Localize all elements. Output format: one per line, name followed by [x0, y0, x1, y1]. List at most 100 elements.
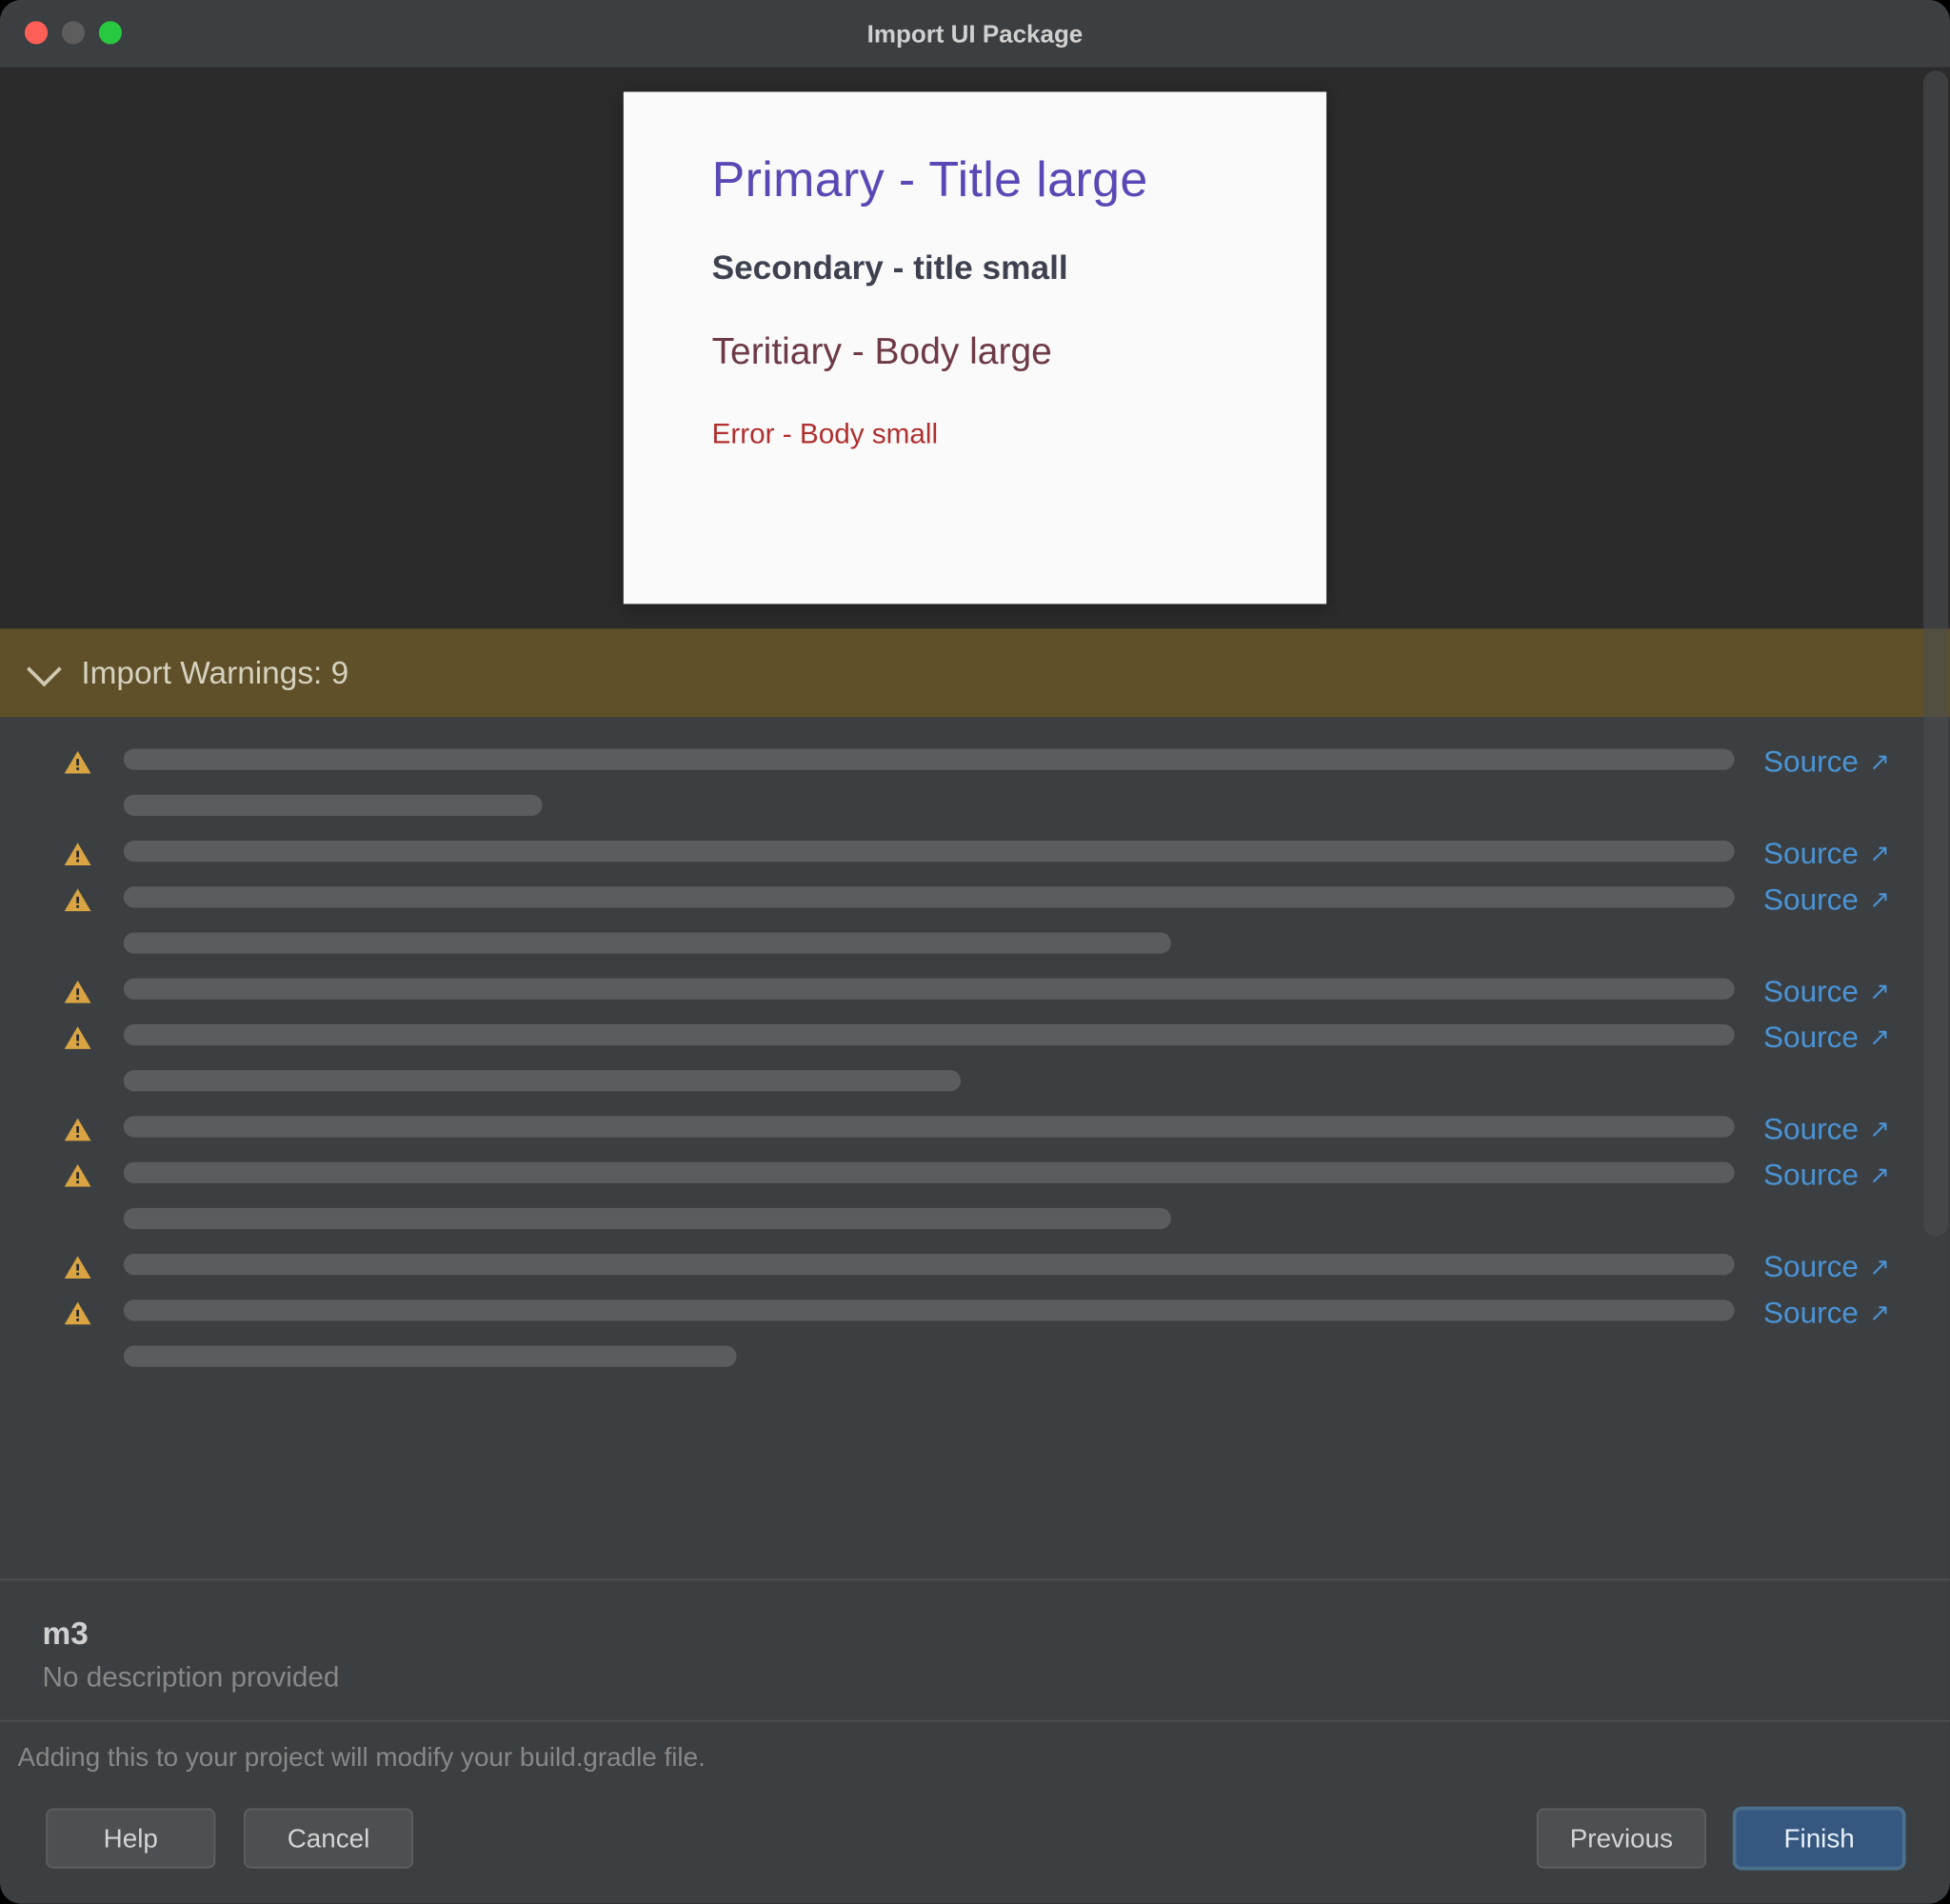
source-link[interactable]: Source ↗	[1763, 837, 1890, 872]
package-name: m3	[43, 1616, 1908, 1653]
scrollbar[interactable]	[1923, 70, 1948, 1236]
source-link[interactable]: Source ↗	[1763, 1113, 1890, 1148]
package-description: No description provided	[43, 1663, 1908, 1695]
warning-row: Source↗	[60, 841, 1890, 872]
source-link-label: Source	[1763, 975, 1859, 1010]
warning-icon	[62, 977, 93, 1008]
source-link[interactable]: Source ↗	[1763, 1297, 1890, 1332]
redacted-text-bar	[124, 1024, 1735, 1045]
warning-text-placeholder	[124, 1162, 1735, 1229]
warning-row: Source ↗	[60, 1162, 1890, 1229]
redacted-text-bar	[124, 932, 1171, 953]
warning-icon	[62, 839, 93, 870]
warning-text-placeholder	[124, 1254, 1735, 1275]
warning-icon	[60, 977, 95, 1008]
warning-icon	[62, 1160, 93, 1192]
warnings-count: 9	[331, 654, 349, 691]
source-link-label: Source	[1763, 837, 1859, 872]
warning-icon	[60, 1022, 95, 1054]
window-controls	[25, 21, 122, 44]
maximize-window-button[interactable]	[99, 21, 122, 44]
previous-button[interactable]: Previous	[1537, 1809, 1706, 1869]
redacted-text-bar	[124, 1208, 1171, 1229]
source-link-label: Source	[1763, 1021, 1859, 1056]
close-window-button[interactable]	[25, 21, 48, 44]
source-link[interactable]: Source ↗	[1763, 1250, 1890, 1285]
warning-text-placeholder	[124, 1299, 1735, 1366]
chevron-down-icon	[27, 652, 62, 687]
warning-row: Source ↗	[60, 886, 1890, 953]
warning-text-placeholder	[124, 1116, 1735, 1137]
warning-icon	[60, 1298, 95, 1329]
external-link-icon: ↗	[1869, 1160, 1890, 1190]
redacted-text-bar	[124, 1346, 736, 1367]
warning-icon	[60, 747, 95, 779]
source-link-label: Source	[1763, 883, 1859, 919]
redacted-text-bar	[124, 1254, 1735, 1275]
warning-row: Source ↗	[60, 1299, 1890, 1366]
warnings-list: Source↗ Source↗ Source↗ Source↗ Source↗ …	[0, 717, 1950, 1580]
redacted-text-bar	[124, 1299, 1735, 1320]
preview-area: Primary - Title large Secondary - title …	[0, 67, 1950, 628]
external-link-icon: ↗	[1869, 1021, 1890, 1052]
preview-text-error: Error - Body small	[712, 420, 1239, 451]
external-link-icon: ↗	[1869, 883, 1890, 914]
external-link-icon: ↗	[1869, 838, 1890, 868]
warning-icon	[62, 1252, 93, 1283]
warning-row: Source↗	[60, 749, 1890, 816]
warning-text-placeholder	[124, 841, 1735, 862]
source-link-label: Source	[1763, 745, 1859, 781]
help-button[interactable]: Help	[46, 1809, 215, 1869]
redacted-text-bar	[124, 1116, 1735, 1137]
external-link-icon: ↗	[1869, 1297, 1890, 1327]
warnings-header[interactable]: Import Warnings: 9	[0, 628, 1950, 717]
finish-button[interactable]: Finish	[1735, 1809, 1904, 1869]
external-link-icon: ↗	[1869, 1251, 1890, 1281]
warning-row: Source↗	[60, 1254, 1890, 1285]
redacted-text-bar	[124, 886, 1735, 907]
source-link[interactable]: Source ↗	[1763, 975, 1890, 1010]
footer-note: Adding this to your project will modify …	[0, 1720, 1950, 1774]
warning-icon	[60, 1160, 95, 1192]
warning-icon	[62, 747, 93, 779]
warnings-header-label: Import Warnings:	[81, 654, 322, 691]
external-link-icon: ↗	[1869, 976, 1890, 1006]
source-link[interactable]: Source ↗	[1763, 1159, 1890, 1194]
warning-text-placeholder	[124, 979, 1735, 1000]
warning-icon	[62, 884, 93, 916]
warning-icon	[60, 839, 95, 870]
redacted-text-bar	[124, 795, 543, 816]
warning-icon	[62, 1022, 93, 1054]
source-link[interactable]: Source ↗	[1763, 1021, 1890, 1056]
warning-icon	[60, 1252, 95, 1283]
source-link[interactable]: Source ↗	[1763, 745, 1890, 781]
warning-row: Source↗	[60, 979, 1890, 1010]
source-link-label: Source	[1763, 1250, 1859, 1285]
source-link-label: Source	[1763, 1297, 1859, 1332]
preview-text-primary: Primary - Title large	[712, 152, 1239, 208]
warning-text-placeholder	[124, 1024, 1735, 1091]
warning-text-placeholder	[124, 749, 1735, 816]
redacted-text-bar	[124, 749, 1735, 770]
preview-text-tertiary: Teritiary - Body large	[712, 332, 1239, 375]
minimize-window-button[interactable]	[62, 21, 85, 44]
package-meta: m3 No description provided	[0, 1580, 1950, 1720]
warning-row: Source ↗	[60, 1116, 1890, 1147]
redacted-text-bar	[124, 1070, 962, 1091]
redacted-text-bar	[124, 841, 1735, 862]
warning-row: Source ↗	[60, 1024, 1890, 1091]
source-link-label: Source	[1763, 1159, 1859, 1194]
warning-icon	[60, 884, 95, 916]
source-link-label: Source	[1763, 1113, 1859, 1148]
dialog-title: Import UI Package	[0, 19, 1950, 48]
dialog-window: Import UI Package Primary - Title large …	[0, 0, 1950, 1904]
button-row: Help Cancel Previous Finish	[0, 1773, 1950, 1903]
source-link[interactable]: Source ↗	[1763, 883, 1890, 919]
preview-card: Primary - Title large Secondary - title …	[624, 91, 1326, 604]
preview-text-secondary: Secondary - title small	[712, 250, 1239, 289]
cancel-button[interactable]: Cancel	[244, 1809, 413, 1869]
external-link-icon: ↗	[1869, 746, 1890, 777]
external-link-icon: ↗	[1869, 1114, 1890, 1144]
warning-icon	[60, 1115, 95, 1146]
warning-icon	[62, 1115, 93, 1146]
